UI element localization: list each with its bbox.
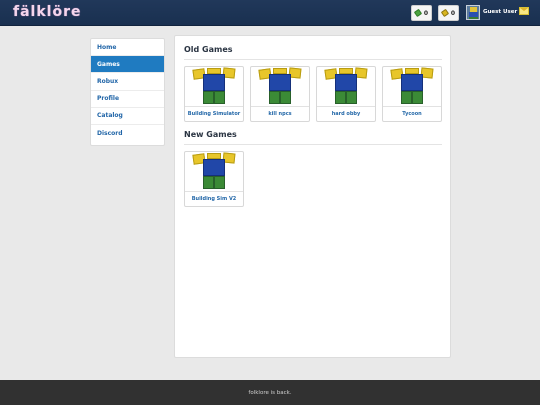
section-divider: [184, 59, 442, 60]
game-card-building-sim-v2[interactable]: Building Sim V2: [184, 151, 244, 207]
game-title[interactable]: hard obby: [317, 111, 375, 117]
sidebar-item-discord[interactable]: Discord: [91, 125, 164, 142]
sidebar-item-profile[interactable]: Profile: [91, 91, 164, 108]
game-title[interactable]: Tycoon: [383, 111, 441, 117]
games-panel: Old Games Building Simulator kill npcs h…: [174, 35, 451, 358]
game-title[interactable]: Building Simulator: [185, 111, 243, 117]
game-thumbnail: [317, 67, 375, 107]
game-thumbnail: [251, 67, 309, 107]
tix-icon: [440, 8, 450, 18]
tix-count: 0: [450, 9, 455, 17]
footer-text: folklore is back.: [248, 389, 292, 396]
username[interactable]: Guest User: [483, 9, 517, 15]
game-card-kill-npcs[interactable]: kill npcs: [250, 66, 310, 122]
sidebar-item-label: Profile: [97, 95, 120, 103]
robux-count: 0: [423, 9, 428, 17]
new-games-heading: New Games: [184, 130, 237, 139]
footer: folklore is back.: [0, 380, 540, 405]
game-card-hard-obby[interactable]: hard obby: [316, 66, 376, 122]
top-navbar: fälklöre 0 0 Guest User: [0, 0, 540, 26]
sidebar-item-label: Games: [97, 60, 120, 68]
sidebar-item-robux[interactable]: Robux: [91, 73, 164, 91]
robux-icon: [413, 8, 423, 18]
robux-balance[interactable]: 0: [411, 5, 432, 21]
game-thumbnail: [185, 152, 243, 192]
tix-balance[interactable]: 0: [438, 5, 459, 21]
sidebar-item-label: Discord: [97, 130, 123, 138]
game-title[interactable]: Building Sim V2: [185, 196, 243, 202]
section-divider: [184, 144, 442, 145]
game-card-building-simulator[interactable]: Building Simulator: [184, 66, 244, 122]
mail-icon[interactable]: [519, 7, 529, 15]
game-card-tycoon[interactable]: Tycoon: [382, 66, 442, 122]
game-thumbnail: [185, 67, 243, 107]
sidebar: Home Games Robux Profile Catalog Discord: [90, 38, 165, 146]
sidebar-item-catalog[interactable]: Catalog: [91, 108, 164, 125]
sidebar-item-games[interactable]: Games: [91, 56, 164, 74]
old-games-heading: Old Games: [184, 45, 233, 54]
game-thumbnail: [383, 67, 441, 107]
sidebar-item-label: Catalog: [97, 112, 123, 120]
sidebar-item-label: Home: [97, 43, 117, 51]
sidebar-item-home[interactable]: Home: [91, 39, 164, 57]
sidebar-item-label: Robux: [97, 77, 119, 85]
game-title[interactable]: kill npcs: [251, 111, 309, 117]
site-logo[interactable]: fälklöre: [13, 4, 81, 20]
avatar[interactable]: [466, 5, 480, 20]
